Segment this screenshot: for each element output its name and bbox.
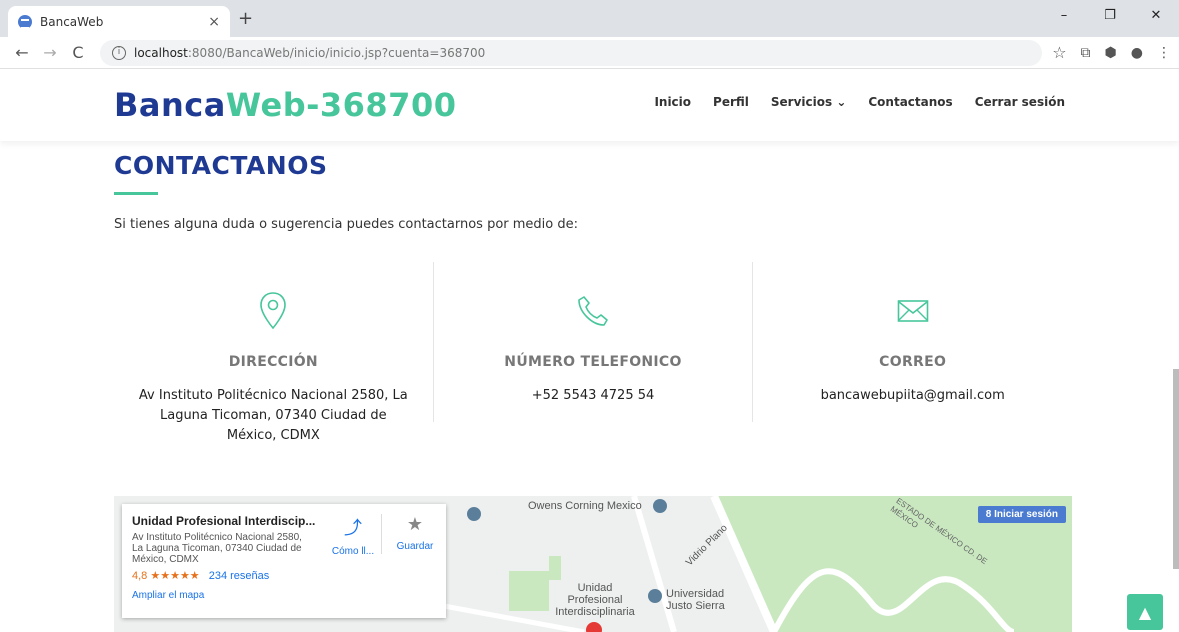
scroll-to-top-button[interactable]: ▲ [1127,594,1163,630]
envelope-icon [753,290,1072,332]
url-host: localhost [134,45,188,60]
main-nav: Inicio Perfil Servicios ⌄ Contactanos Ce… [654,95,1065,109]
map-label-owens: Owens Corning Mexico [528,500,642,512]
tab-close-icon[interactable]: × [208,14,220,30]
map-signin-button[interactable]: 8 Iniciar sesión [977,506,1066,523]
minimize-icon[interactable]: – [1041,0,1087,30]
scrollbar-thumb[interactable] [1173,369,1179,569]
signin-label: Iniciar sesión [994,509,1058,520]
vertical-scrollbar[interactable] [1173,69,1179,632]
browser-tab-bar: BancaWeb × + – ❐ ✕ [0,0,1179,37]
directions-button[interactable]: ⤴ Cómo ll... [330,514,376,557]
location-pin-icon [114,290,433,332]
place-rating: 4,8 ★★★★★ 234 reseñas [132,569,436,582]
contact-section: CONTACTANOS Si tienes alguna duda o suge… [0,141,1179,232]
phone-label: NÚMERO TELEFONICO [504,354,682,370]
nav-inicio[interactable]: Inicio [654,95,691,109]
place-card: Unidad Profesional Interdiscip... Av Ins… [122,504,446,618]
map-embed[interactable]: Owens Corning Mexico Vidrio Plano Unidad… [114,496,1072,632]
email-label: CORREO [879,354,947,370]
directions-label: Cómo ll... [331,546,375,557]
url-field[interactable]: i localhost:8080/BancaWeb/inicio/inicio.… [100,39,1043,66]
window-controls: – ❐ ✕ [1041,0,1179,30]
tab-title: BancaWeb [40,14,104,29]
back-arrow-icon[interactable]: ← [8,43,36,62]
email-value[interactable]: bancawebupiita@gmail.com [753,386,1072,406]
star-icon: ★ [406,514,424,534]
place-address: Av Instituto Politécnico Nacional 2580, … [132,532,302,565]
chevron-up-icon: ▲ [1138,602,1152,622]
email-column: CORREO bancawebupiita@gmail.com [752,262,1072,422]
bank-favicon-icon [18,14,32,29]
place-name: Unidad Profesional Interdiscip... [132,514,316,528]
bookmark-star-icon[interactable]: ☆ [1052,43,1066,62]
logo-account: -368700 [306,86,457,124]
account-icon[interactable]: ● [1131,45,1143,61]
restore-icon[interactable]: ❐ [1087,0,1133,30]
map-label-upiita: Unidad Profesional Interdisciplinaria [555,582,635,618]
site-header: BancaWeb-368700 Inicio Perfil Servicios … [0,69,1179,141]
phone-column: NÚMERO TELEFONICO +52 5543 4725 54 [432,262,753,422]
title-underline [114,192,158,195]
card-actions: ⤴ Cómo ll... ★ Guardar [330,514,438,557]
new-tab-icon[interactable]: + [238,8,253,29]
save-label: Guardar [396,541,434,552]
reviews-link[interactable]: 234 reseñas [209,570,270,582]
save-button[interactable]: ★ Guardar [392,514,438,557]
toolbar-right: ☆ ⧉ ⬢ ● ⋮ [1052,43,1171,62]
page-content: BancaWeb-368700 Inicio Perfil Servicios … [0,69,1179,632]
map-label-justo-sierra: Universidad Justo Sierra [666,588,725,612]
site-logo[interactable]: BancaWeb-368700 [114,86,456,124]
shield-extension-icon[interactable]: ⬢ [1105,45,1117,61]
nav-cerrar-sesion[interactable]: Cerrar sesión [975,95,1065,109]
phone-icon [434,290,753,332]
address-bar: ← → C i localhost:8080/BancaWeb/inicio/i… [0,37,1179,69]
address-column: DIRECCIÓN Av Instituto Politécnico Nacio… [114,262,433,443]
enlarge-map-link[interactable]: Ampliar el mapa [132,590,436,601]
contact-intro: Si tienes alguna duda o sugerencia puede… [114,217,578,232]
google-icon: 8 [985,509,995,520]
nav-contactanos[interactable]: Contactanos [868,95,952,109]
browser-tab[interactable]: BancaWeb × [8,6,230,37]
contact-columns: DIRECCIÓN Av Instituto Politécnico Nacio… [114,262,1072,443]
logo-web: Web [225,86,307,124]
menu-dots-icon[interactable]: ⋮ [1157,45,1171,61]
reload-icon[interactable]: C [64,43,92,62]
address-value: Av Instituto Politécnico Nacional 2580, … [138,388,408,443]
phone-value[interactable]: +52 5543 4725 54 [434,386,753,406]
rating-stars-icon: ★★★★★ [150,570,200,582]
rating-score: 4,8 [132,570,148,582]
extension-icon[interactable]: ⧉ [1081,45,1091,61]
address-label: DIRECCIÓN [228,354,318,370]
forward-arrow-icon[interactable]: → [36,43,64,62]
url-path: :8080/BancaWeb/inicio/inicio.jsp?cuenta=… [187,45,486,60]
section-title: CONTACTANOS [114,151,328,180]
close-window-icon[interactable]: ✕ [1133,0,1179,30]
nav-perfil[interactable]: Perfil [713,95,749,109]
logo-banca: Banca [114,86,226,124]
directions-icon: ⤴ [344,518,362,538]
info-icon[interactable]: i [112,45,126,60]
nav-servicios[interactable]: Servicios ⌄ [771,95,846,109]
